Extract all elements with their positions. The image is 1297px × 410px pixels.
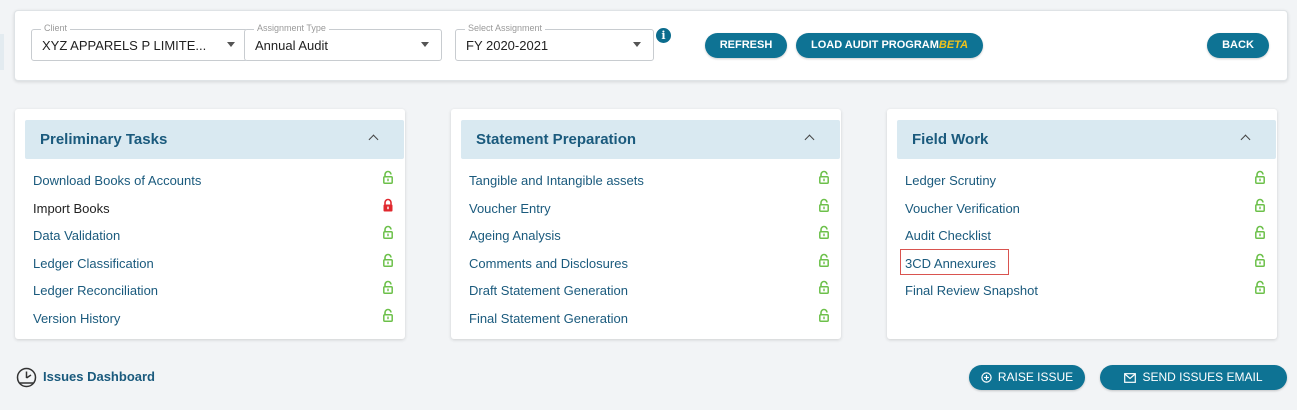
unlock-icon [819, 170, 829, 184]
card-item[interactable]: Ageing Analysis [469, 228, 561, 244]
unlock-icon [1255, 253, 1265, 267]
back-button-label: BACK [1222, 39, 1254, 51]
raise-issue-label: RAISE ISSUE [997, 370, 1074, 384]
card-item[interactable]: Ledger Scrutiny [905, 173, 996, 189]
unlock-icon [1255, 198, 1265, 212]
unlock-icon [819, 198, 829, 212]
card-statement-preparation: Statement Preparation Tangible and Intan… [451, 109, 841, 339]
card-item[interactable]: Voucher Verification [905, 201, 1020, 217]
unlock-icon [383, 253, 393, 267]
card-item[interactable]: Ledger Reconciliation [33, 283, 158, 299]
unlock-icon [1255, 170, 1265, 184]
chevron-up-icon[interactable] [368, 134, 379, 145]
load-audit-program-button[interactable]: LOAD AUDIT PROGRAMBETA [796, 33, 983, 58]
unlock-icon [383, 280, 393, 294]
card-item[interactable]: Draft Statement Generation [469, 283, 628, 299]
select-assignment-value: FY 2020-2021 [466, 38, 549, 53]
client-label: Client [41, 22, 71, 34]
issues-dashboard-link[interactable]: Issues Dashboard [43, 369, 155, 384]
card-item[interactable]: Version History [33, 311, 120, 327]
card-header[interactable]: Statement Preparation [461, 120, 840, 159]
unlock-icon [1255, 225, 1265, 239]
card-title: Preliminary Tasks [40, 131, 168, 148]
card-item[interactable]: Import Books [33, 201, 110, 217]
unlock-icon [1255, 280, 1265, 294]
unlock-icon [819, 308, 829, 322]
card-item[interactable]: Audit Checklist [905, 228, 991, 244]
card-item[interactable]: Ledger Classification [33, 256, 154, 272]
chevron-down-icon [227, 42, 235, 47]
lock-icon [383, 198, 393, 211]
left-edge-strip [0, 34, 4, 70]
card-title: Field Work [912, 131, 989, 148]
card-field-work: Field Work Ledger Scrutiny Voucher Verifi… [887, 109, 1277, 339]
beta-badge: BETA [938, 39, 969, 51]
unlock-icon [819, 253, 829, 267]
card-item[interactable]: Voucher Entry [469, 201, 551, 217]
chevron-down-icon [421, 42, 429, 47]
select-assignment-select[interactable]: Select Assignment FY 2020-2021 [455, 22, 654, 61]
assignment-type-label: Assignment Type [254, 22, 329, 34]
unlock-icon [819, 280, 829, 294]
card-item[interactable]: 3CD Annexures [905, 256, 996, 272]
back-button[interactable]: BACK [1207, 33, 1269, 58]
card-preliminary-tasks: Preliminary Tasks Download Books of Acco… [15, 109, 405, 339]
card-item[interactable]: Data Validation [33, 228, 120, 244]
send-issues-email-button[interactable]: SEND ISSUES EMAIL [1100, 365, 1287, 390]
assignment-type-value: Annual Audit [255, 38, 329, 53]
raise-issue-button[interactable]: RAISE ISSUE [969, 365, 1085, 390]
assignment-type-select[interactable]: Assignment Type Annual Audit [244, 22, 442, 61]
mail-icon [1124, 372, 1137, 383]
card-header[interactable]: Field Work [897, 120, 1276, 159]
load-audit-program-label: LOAD AUDIT PROGRAM [810, 39, 939, 51]
unlock-icon [819, 225, 829, 239]
chevron-up-icon[interactable] [1240, 134, 1251, 145]
chevron-down-icon [633, 42, 641, 47]
select-assignment-label: Select Assignment [465, 22, 546, 34]
info-icon[interactable]: i [656, 28, 671, 43]
unlock-icon [383, 308, 393, 322]
chevron-up-icon[interactable] [804, 134, 815, 145]
unlock-icon [383, 170, 393, 184]
client-select[interactable]: Client XYZ APPARELS P LIMITE... [31, 22, 248, 61]
card-header[interactable]: Preliminary Tasks [25, 120, 404, 159]
card-item[interactable]: Download Books of Accounts [33, 173, 201, 189]
card-item[interactable]: Tangible and Intangible assets [469, 173, 644, 189]
client-value: XYZ APPARELS P LIMITE... [42, 38, 207, 53]
plus-circle-icon [981, 372, 992, 384]
dashboard-gauge-icon [16, 367, 37, 388]
refresh-button-label: REFRESH [719, 39, 773, 51]
send-issues-email-label: SEND ISSUES EMAIL [1142, 370, 1263, 384]
card-item[interactable]: Final Review Snapshot [905, 283, 1038, 299]
unlock-icon [383, 225, 393, 239]
card-title: Statement Preparation [476, 131, 637, 148]
refresh-button[interactable]: REFRESH [705, 33, 787, 58]
filter-toolbar: Client XYZ APPARELS P LIMITE... Assignme… [14, 10, 1288, 81]
card-item[interactable]: Comments and Disclosures [469, 256, 628, 272]
card-item[interactable]: Final Statement Generation [469, 311, 628, 327]
